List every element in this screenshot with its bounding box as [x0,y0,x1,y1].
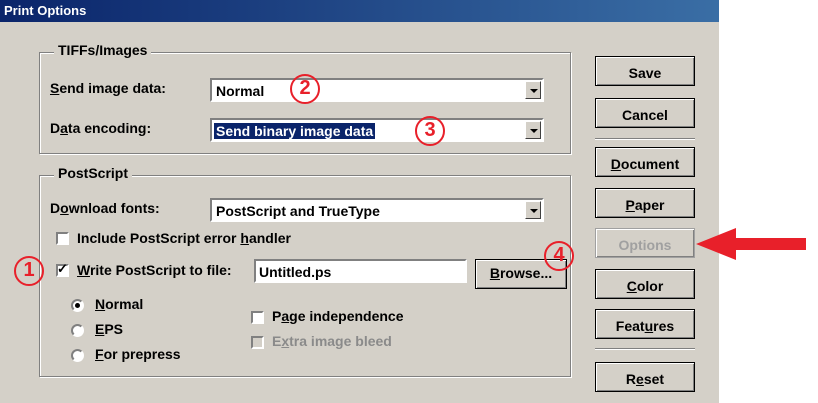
annotation-arrow-icon [696,228,806,260]
download-fonts-value: PostScript and TrueType [216,203,380,219]
save-button-label: Save [628,65,662,81]
chevron-down-icon[interactable] [525,81,541,99]
radio-for-prepress[interactable] [71,349,84,362]
paper-button[interactable]: Paper [595,188,695,218]
color-button-label: Color [626,278,664,294]
annotation-badge-4: 4 [544,241,574,271]
tiffs-images-group-title: TIFFs/Images [54,42,152,58]
send-image-data-value: Normal [216,83,265,99]
document-button-label: Document [610,156,680,172]
data-encoding-select[interactable]: Send binary image data [210,118,544,142]
window-title: Print Options [4,3,87,18]
page-independence-checkbox[interactable] [251,311,264,324]
chevron-down-icon[interactable] [525,201,541,219]
features-button-label: Features [615,318,675,334]
reset-button-label: Reset [625,371,665,387]
include-error-handler-label[interactable]: Include PostScript error handler [77,230,291,246]
include-error-handler-checkbox[interactable] [56,232,69,245]
print-options-dialog: Print Options TIFFs/Images Send image da… [0,0,719,403]
postscript-filename-input[interactable]: Untitled.ps [254,259,467,283]
chevron-down-icon[interactable] [525,121,541,139]
extra-image-bleed-checkbox [251,336,264,349]
button-separator [595,138,695,140]
write-to-file-checkbox[interactable]: ✓ [56,261,69,277]
options-button-label: Options [618,237,672,253]
radio-eps[interactable] [71,324,84,337]
download-fonts-label: Download fonts: [50,200,160,216]
data-encoding-label: Data encoding: [50,120,152,136]
title-bar: Print Options [0,0,719,22]
cancel-button-label: Cancel [622,107,668,123]
write-to-file-label[interactable]: Write PostScript to file: [77,262,232,278]
send-image-data-select[interactable]: Normal [210,78,544,102]
reset-button[interactable]: Reset [595,362,695,392]
send-image-data-label: Send image data: [50,80,166,96]
color-button[interactable]: Color [595,269,695,299]
radio-eps-label[interactable]: EPS [95,321,123,337]
postscript-filename-value: Untitled.ps [259,264,332,280]
page-independence-label[interactable]: Page independence [272,308,404,324]
annotation-badge-2: 2 [290,74,320,104]
cancel-button[interactable]: Cancel [595,98,695,128]
radio-selected-dot [75,303,80,308]
extra-image-bleed-label: Extra image bleed [272,333,392,349]
data-encoding-value: Send binary image data [214,123,376,139]
annotation-badge-1: 1 [14,256,44,286]
annotation-badge-3: 3 [415,116,445,146]
checkmark-icon: ✓ [57,261,68,276]
button-separator [595,348,695,350]
save-button[interactable]: Save [595,56,695,86]
features-button[interactable]: Features [595,309,695,339]
radio-normal[interactable] [71,299,84,312]
radio-for-prepress-label[interactable]: For prepress [95,346,181,362]
radio-normal-label[interactable]: Normal [95,296,143,312]
paper-button-label: Paper [625,197,665,213]
postscript-group-title: PostScript [54,165,133,181]
browse-button-label: Browse... [489,265,553,281]
document-button[interactable]: Document [595,147,695,177]
download-fonts-select[interactable]: PostScript and TrueType [210,198,544,222]
